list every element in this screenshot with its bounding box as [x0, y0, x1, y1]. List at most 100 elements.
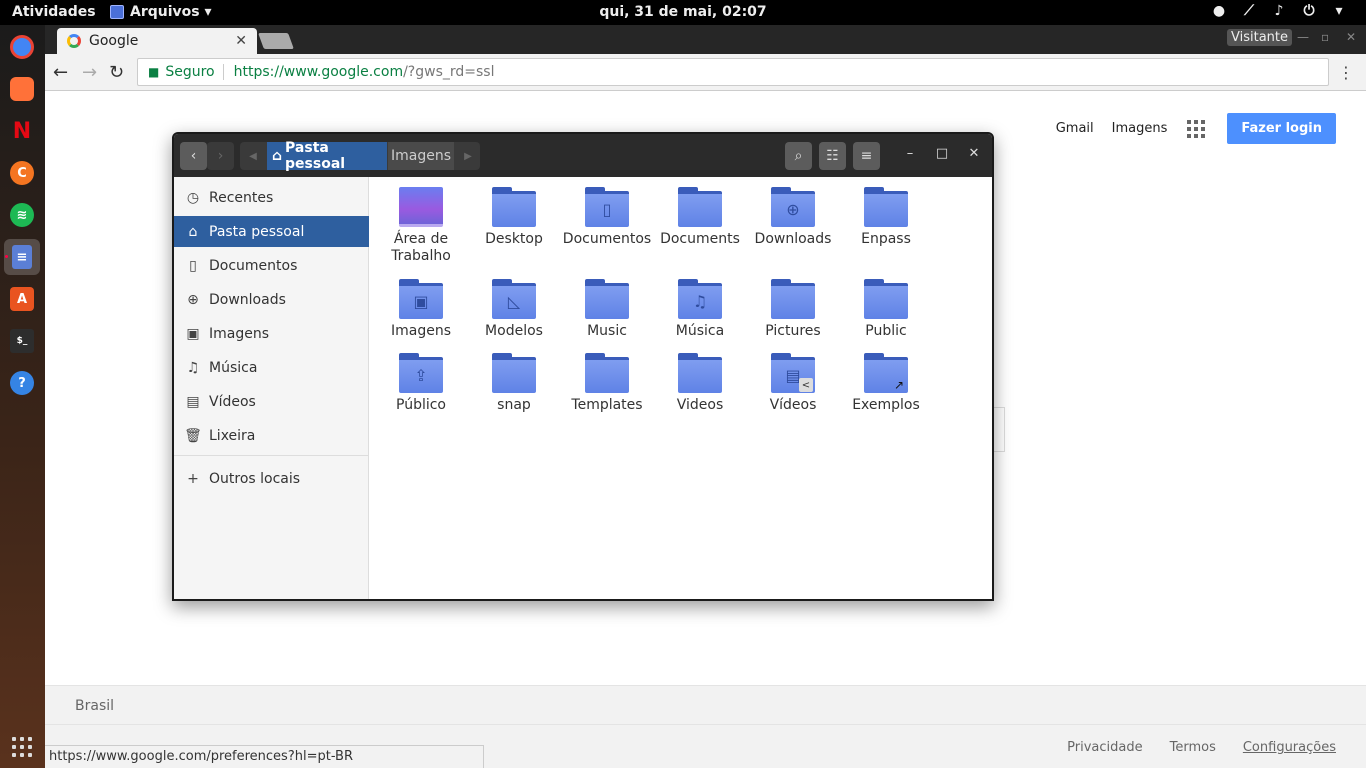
folder-item[interactable]: Enpass	[841, 187, 931, 248]
firefox-icon	[10, 77, 34, 101]
dock-firefox[interactable]	[4, 71, 40, 107]
search-box-edge[interactable]	[993, 407, 1005, 452]
forward-arrow-icon[interactable]: →	[82, 62, 97, 83]
dock-chrome[interactable]	[4, 29, 40, 65]
sidebar-item-home[interactable]: ⌂ Pasta pessoal	[174, 216, 369, 247]
minimize-icon[interactable]: —	[1297, 30, 1309, 44]
search-icon: ⌕	[794, 148, 803, 164]
folder-item[interactable]: ▯ Documentos	[562, 187, 652, 248]
app-menu-label: Arquivos ▾	[130, 4, 212, 20]
dock-software[interactable]: A	[4, 281, 40, 317]
new-tab-button[interactable]	[258, 33, 294, 49]
activities-button[interactable]: Atividades	[12, 4, 96, 20]
sidebar-item-documentos[interactable]: ▯ Documentos	[174, 250, 369, 281]
maximize-icon[interactable]: ▫	[1321, 30, 1329, 44]
sidebar-item-downloads[interactable]: ⊕ Downloads	[174, 284, 369, 315]
dock-spotify[interactable]: ≋	[4, 197, 40, 233]
sidebar-item-videos[interactable]: ▤ Vídeos	[174, 386, 369, 417]
settings-link[interactable]: Configurações	[1243, 740, 1336, 755]
folder-item[interactable]: ▤ < Vídeos	[748, 353, 838, 414]
path-home-button[interactable]: ⌂ Pasta pessoal	[267, 140, 387, 172]
sidebar-item-imagens[interactable]: ▣ Imagens	[174, 318, 369, 349]
folder-icon	[585, 353, 629, 393]
login-button[interactable]: Fazer login	[1227, 113, 1336, 144]
kebab-menu-icon[interactable]: ⋮	[1338, 63, 1354, 82]
minimize-icon[interactable]: –	[900, 146, 920, 161]
folder-item[interactable]: Desktop	[469, 187, 559, 248]
sidebar-item-other-locations[interactable]: + Outros locais	[174, 463, 369, 494]
images-link[interactable]: Imagens	[1112, 121, 1168, 136]
running-indicator	[5, 255, 8, 258]
reload-icon[interactable]: ↻	[109, 62, 124, 83]
folder-label: Documentos	[562, 231, 652, 247]
back-arrow-icon[interactable]: ←	[53, 62, 68, 83]
sidebar-item-lixeira[interactable]: 🗑︎ Lixeira	[174, 420, 369, 451]
dock-crunchyroll[interactable]: C	[4, 155, 40, 191]
system-status[interactable]: ● ⟋ ♪ ⏻ ▾	[1210, 3, 1348, 19]
chrome-icon	[10, 35, 34, 59]
sidebar-divider	[174, 455, 369, 456]
view-mode-button[interactable]: ☷	[819, 142, 846, 170]
browser-toolbar: ← → ↻ ■ Seguro https://www.google.com /?…	[45, 54, 1366, 91]
terms-link[interactable]: Termos	[1170, 740, 1216, 755]
search-button[interactable]: ⌕	[785, 142, 812, 170]
close-icon[interactable]: ✕	[235, 33, 247, 49]
folder-item[interactable]: Public	[841, 279, 931, 340]
folder-label: Music	[587, 323, 627, 339]
close-window-icon[interactable]: ✕	[1346, 30, 1356, 44]
dock-netflix[interactable]: N	[4, 113, 40, 149]
tab-google[interactable]: Google ✕	[57, 28, 257, 54]
folder-item[interactable]: ♫ Música	[655, 279, 745, 340]
folder-item[interactable]: Videos	[655, 353, 745, 414]
secure-label: Seguro	[165, 64, 224, 80]
address-bar[interactable]: ■ Seguro https://www.google.com /?gws_rd…	[137, 58, 1329, 86]
path-scroll-left-icon[interactable]: ◀	[240, 142, 266, 170]
music-icon: ♫	[186, 359, 200, 376]
apps-grid-icon[interactable]	[1187, 119, 1206, 138]
folder-item[interactable]: Documents	[655, 187, 745, 248]
folder-item[interactable]: ⇪ Público	[376, 353, 466, 414]
folder-item[interactable]: Music	[562, 279, 652, 340]
folder-item[interactable]: Área de Trabalho	[376, 187, 466, 265]
folder-item[interactable]: ▣ Imagens	[376, 279, 466, 340]
gmail-link[interactable]: Gmail	[1056, 121, 1094, 136]
dock-terminal[interactable]: $_	[4, 323, 40, 359]
volume-icon[interactable]: ♪	[1270, 3, 1288, 19]
clock-icon: ◷	[186, 189, 200, 206]
privacy-link[interactable]: Privacidade	[1067, 740, 1142, 755]
show-apps-icon[interactable]	[12, 737, 32, 757]
profile-badge[interactable]: Visitante	[1227, 29, 1293, 46]
password-manager-icon[interactable]: ●	[1210, 3, 1228, 19]
path-bar: ◀ ⌂ Pasta pessoal Imagens ▶	[240, 140, 480, 172]
folder-item[interactable]: ◺ Modelos	[469, 279, 559, 340]
folder-label: Public	[865, 323, 907, 339]
hamburger-menu-button[interactable]: ≡	[853, 142, 880, 170]
folder-item[interactable]: Templates	[562, 353, 652, 414]
footer-divider	[45, 724, 1366, 725]
chevron-down-icon[interactable]: ▾	[1330, 3, 1348, 19]
url-host: https://www.google.com	[233, 64, 404, 80]
folder-item[interactable]: ↗ Exemplos	[841, 353, 931, 414]
downloads-folder-icon: ⊕	[771, 187, 815, 227]
folder-item[interactable]: Pictures	[748, 279, 838, 340]
dock-help[interactable]: ?	[4, 365, 40, 401]
maximize-icon[interactable]: □	[932, 146, 952, 161]
dock-files[interactable]: ≡	[4, 239, 40, 275]
close-icon[interactable]: ✕	[964, 146, 984, 161]
folder-item[interactable]: ⊕ Downloads	[748, 187, 838, 248]
back-button[interactable]: ‹	[180, 142, 207, 170]
forward-button[interactable]: ›	[207, 142, 234, 170]
list-view-icon: ☷	[826, 148, 839, 164]
path-images-button[interactable]: Imagens	[388, 142, 454, 170]
app-menu[interactable]: Arquivos ▾	[110, 4, 212, 20]
folder-icon: ↗	[864, 353, 908, 393]
path-scroll-right-icon[interactable]: ▶	[456, 142, 480, 170]
folder-item[interactable]: snap	[469, 353, 559, 414]
terminal-icon: $_	[10, 329, 34, 353]
network-icon[interactable]: ⟋	[1240, 3, 1258, 19]
sidebar-item-recentes[interactable]: ◷ Recentes	[174, 182, 369, 213]
power-icon[interactable]: ⏻	[1300, 3, 1318, 19]
sidebar-item-musica[interactable]: ♫ Música	[174, 352, 369, 383]
folder-label: Exemplos	[852, 397, 920, 413]
files-icon: ≡	[12, 245, 32, 269]
